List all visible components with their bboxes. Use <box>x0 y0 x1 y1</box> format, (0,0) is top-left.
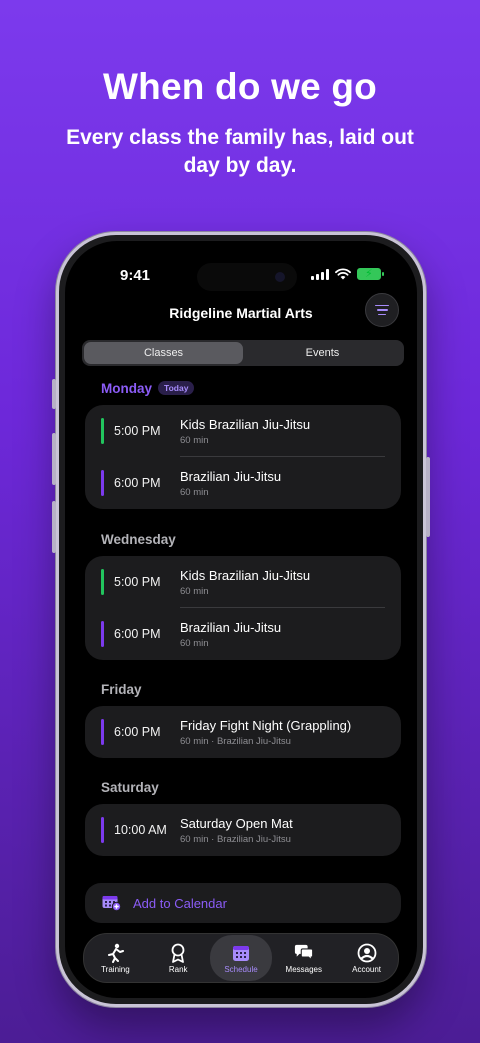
class-name: Brazilian Jiu-Jitsu <box>180 620 282 635</box>
tab-messages[interactable]: Messages <box>272 935 335 981</box>
day-card-monday: 5:00 PM Kids Brazilian Jiu-Jitsu 60 min … <box>85 405 401 509</box>
class-name: Saturday Open Mat <box>180 816 293 831</box>
phone-frame: 9:41 ⚡ Ridgeline Martial Arts Classes Ev… <box>52 232 430 1007</box>
tab-account[interactable]: Account <box>335 935 398 981</box>
status-icons: ⚡ <box>311 268 384 280</box>
day-label-friday: Friday <box>101 682 142 697</box>
menu-line-icon <box>376 309 388 311</box>
class-row[interactable]: 6:00 PM Brazilian Jiu-Jitsu 60 min <box>85 608 401 660</box>
class-color-bar <box>101 569 104 595</box>
menu-line-icon <box>378 313 386 316</box>
class-name: Kids Brazilian Jiu-Jitsu <box>180 417 311 432</box>
day-label-saturday: Saturday <box>101 780 159 795</box>
class-row[interactable]: 5:00 PM Kids Brazilian Jiu-Jitsu 60 min <box>85 556 401 608</box>
segment-events[interactable]: Events <box>243 342 402 364</box>
tab-label: Account <box>352 964 382 974</box>
class-color-bar <box>101 418 104 444</box>
class-time: 5:00 PM <box>114 575 161 589</box>
segmented-control: Classes Events <box>82 340 404 366</box>
class-color-bar <box>101 719 104 745</box>
today-badge: Today <box>158 381 195 395</box>
day-card-wednesday: 5:00 PM Kids Brazilian Jiu-Jitsu 60 min … <box>85 556 401 660</box>
dynamic-island <box>197 263 297 291</box>
class-meta: 60 min <box>180 435 209 446</box>
class-time: 5:00 PM <box>114 424 161 438</box>
tab-label: Training <box>101 964 130 974</box>
class-name: Brazilian Jiu-Jitsu <box>180 469 282 484</box>
class-color-bar <box>101 817 104 843</box>
class-row[interactable]: 6:00 PM Brazilian Jiu-Jitsu 60 min <box>85 457 401 509</box>
menu-line-icon <box>375 304 389 307</box>
class-time: 6:00 PM <box>114 476 161 490</box>
tab-training[interactable]: Training <box>84 935 147 981</box>
class-meta: 60 min · Brazilian Jiu-Jitsu <box>180 834 291 845</box>
class-time: 6:00 PM <box>114 627 161 641</box>
class-meta: 60 min <box>180 638 209 649</box>
calendar-add-icon <box>102 896 121 911</box>
day-label-wednesday: Wednesday <box>101 532 176 547</box>
class-meta: 60 min <box>180 586 209 597</box>
class-time: 6:00 PM <box>114 725 161 739</box>
volume-up-button <box>52 433 56 485</box>
wifi-icon <box>335 268 351 280</box>
training-icon <box>108 943 125 963</box>
class-row[interactable]: 10:00 AM Saturday Open Mat 60 min · Braz… <box>85 804 401 856</box>
class-meta: 60 min <box>180 487 209 498</box>
day-card-friday: 6:00 PM Friday Fight Night (Grappling) 6… <box>85 706 401 758</box>
class-meta: 60 min · Brazilian Jiu-Jitsu <box>180 736 291 747</box>
day-label-monday: Monday Today <box>101 381 195 396</box>
tab-schedule[interactable]: Schedule <box>209 935 273 981</box>
battery-icon: ⚡ <box>357 268 384 280</box>
add-to-calendar-label: Add to Calendar <box>133 896 227 911</box>
class-time: 10:00 AM <box>114 823 167 837</box>
segment-classes[interactable]: Classes <box>84 342 243 364</box>
power-button <box>426 457 430 537</box>
class-row[interactable]: 6:00 PM Friday Fight Night (Grappling) 6… <box>85 706 401 758</box>
tab-label: Rank <box>168 964 188 974</box>
day-name: Monday <box>101 381 153 396</box>
rank-icon <box>171 943 185 963</box>
volume-down-button <box>52 501 56 553</box>
phone-screen: 9:41 ⚡ Ridgeline Martial Arts Classes Ev… <box>65 241 417 998</box>
schedule-icon <box>232 945 249 961</box>
status-time: 9:41 <box>120 267 151 284</box>
add-to-calendar-button[interactable]: Add to Calendar <box>85 883 401 923</box>
tab-rank[interactable]: Rank <box>147 935 210 981</box>
messages-icon <box>294 944 313 961</box>
cellular-icon <box>311 268 329 280</box>
class-color-bar <box>101 621 104 647</box>
account-icon <box>357 943 376 962</box>
class-name: Kids Brazilian Jiu-Jitsu <box>180 568 311 583</box>
promo-headline: When do we go <box>103 66 377 107</box>
tab-bar: Training Rank Schedule Messages Account <box>83 933 399 983</box>
tab-label: Schedule <box>224 964 258 974</box>
class-row[interactable]: 5:00 PM Kids Brazilian Jiu-Jitsu 60 min <box>85 405 401 457</box>
day-card-saturday: 10:00 AM Saturday Open Mat 60 min · Braz… <box>85 804 401 856</box>
class-color-bar <box>101 470 104 496</box>
filter-menu-button[interactable] <box>365 293 399 327</box>
class-name: Friday Fight Night (Grappling) <box>180 718 352 733</box>
action-button <box>52 379 56 409</box>
tab-label: Messages <box>285 964 323 974</box>
promo-subline: Every class the family has, laid out day… <box>66 126 414 177</box>
